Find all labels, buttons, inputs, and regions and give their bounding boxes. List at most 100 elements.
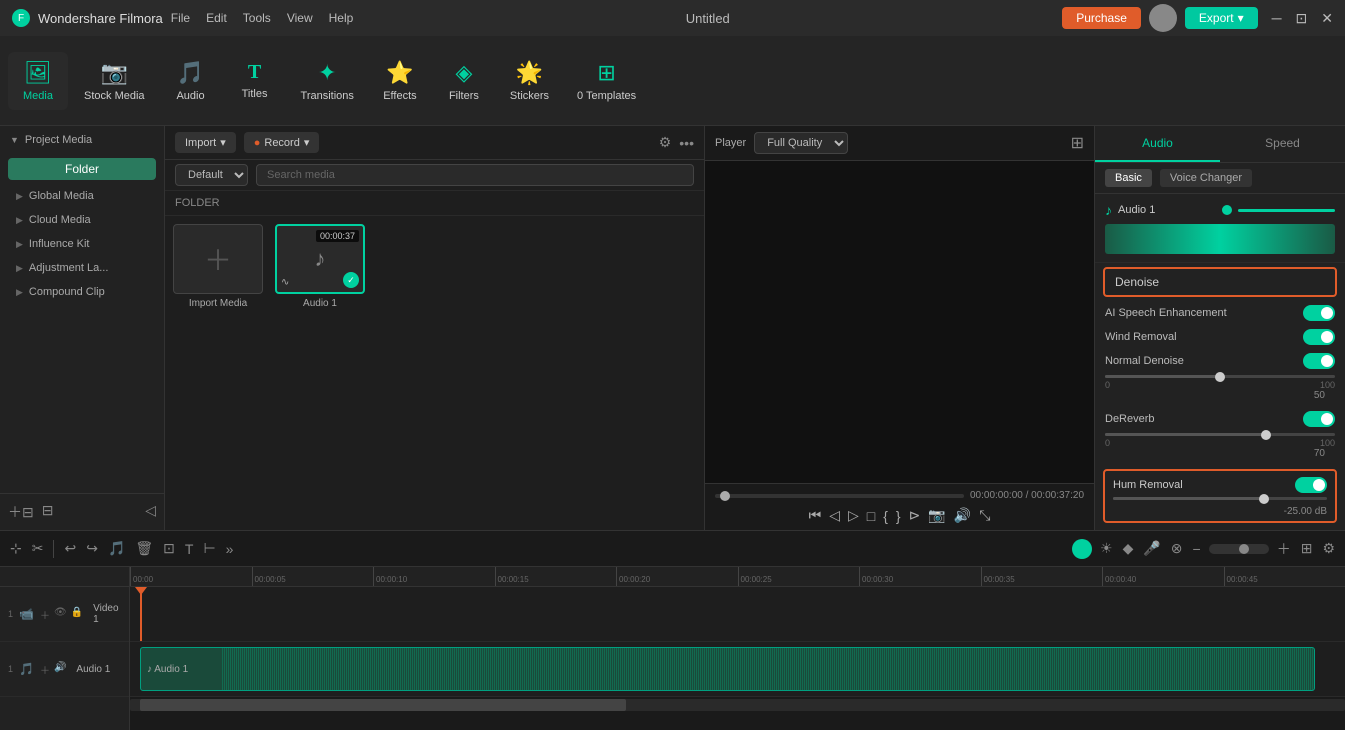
sound-button[interactable]: 🔊 [954,507,971,524]
folder-button[interactable]: Folder [8,158,156,180]
zoom-in-button[interactable]: ＋ [1275,537,1293,561]
playhead-button[interactable] [1072,539,1092,559]
more-tools-button[interactable]: » [224,539,236,559]
toolbar-transitions[interactable]: ✦ Transitions [289,52,366,110]
export-button[interactable]: Export ▾ [1185,7,1258,29]
blade-tool-button[interactable]: ✂ [30,538,46,559]
mark-out-button[interactable]: } [896,508,901,524]
record-button[interactable]: ● Record▾ [244,132,320,153]
progress-bar[interactable] [715,494,964,498]
tab-speed[interactable]: Speed [1220,126,1345,162]
hum-removal-slider[interactable] [1113,497,1327,500]
toolbar-titles[interactable]: T Titles [225,53,285,108]
undo-button[interactable]: ↩ [62,538,78,559]
import-button[interactable]: Import▾ [175,132,236,153]
redo-button[interactable]: ↪ [84,538,100,559]
prev-frame-button[interactable]: ◁ [829,507,840,524]
project-media-header[interactable]: ▼ Project Media [0,126,164,154]
audio-add-icon[interactable]: ＋ [40,662,50,677]
sidebar-item-adjustment[interactable]: ▶ Adjustment La... [0,256,164,280]
timeline-scrollbar[interactable] [130,699,1345,711]
normal-denoise-toggle[interactable] [1303,353,1335,369]
player-settings-icon[interactable]: ⊞ [1071,133,1084,153]
video-eye-icon[interactable]: 👁 [54,607,67,622]
skip-back-button[interactable]: ⏮ [809,507,822,524]
trim-button[interactable]: ⊢ [201,538,217,559]
snap-button[interactable]: ⊗ [1169,538,1185,559]
search-input[interactable] [256,164,694,186]
subtab-basic[interactable]: Basic [1105,169,1152,187]
sidebar-item-cloud-media[interactable]: ▶ Cloud Media [0,208,164,232]
add-marker-button[interactable]: ⊳ [909,507,921,524]
snapshot-button[interactable]: 📷 [928,507,945,524]
deverb-slider[interactable] [1105,433,1335,436]
filter-icon[interactable]: ⚙ [659,134,672,151]
toolbar-stickers[interactable]: 🌟 Stickers [498,52,561,110]
avatar[interactable] [1149,4,1177,32]
purchase-button[interactable]: Purchase [1062,7,1141,29]
add-folder-icon[interactable]: ＋⊟ [8,502,34,522]
quality-select[interactable]: Full Quality [754,132,848,154]
audio-mute-icon[interactable]: 🔊 [54,662,66,677]
remove-folder-icon[interactable]: ⊟ [42,502,54,522]
sidebar-item-compound-clip[interactable]: ▶ Compound Clip [0,280,164,304]
text-button[interactable]: T [183,539,196,559]
normal-denoise-slider[interactable] [1105,375,1335,378]
video-lock-icon[interactable]: 🔒 [71,607,83,622]
audio-detach-button[interactable]: 🎵 [106,538,127,559]
zoom-slider[interactable] [1209,544,1269,554]
toolbar-audio[interactable]: 🎵 Audio [161,52,221,110]
marker-button[interactable]: ◆ [1121,538,1136,559]
deverb-handle[interactable] [1261,430,1271,440]
audio-clip[interactable]: ♪ Audio 1 [140,647,1315,691]
playhead[interactable] [140,587,142,641]
volume-bar[interactable] [1238,209,1336,212]
layout-button[interactable]: ⊞ [1299,538,1315,559]
menu-view[interactable]: View [287,11,313,25]
delete-button[interactable]: 🗑 [133,538,155,559]
normal-denoise-handle[interactable] [1215,372,1225,382]
audio1-thumb[interactable]: ♪ 00:00:37 ∿ ✓ [275,224,365,294]
maximize-button[interactable]: ⊡ [1296,10,1308,27]
more-options-icon[interactable]: ••• [679,135,694,151]
close-button[interactable]: ✕ [1321,10,1333,27]
import-media-item[interactable]: ＋ Import Media [173,224,263,309]
subtab-voice-changer[interactable]: Voice Changer [1160,169,1252,187]
toolbar-templates[interactable]: ⊞ 0 Templates [565,52,648,110]
collapse-panel-icon[interactable]: ◁ [145,502,156,522]
menu-help[interactable]: Help [329,11,354,25]
menu-edit[interactable]: Edit [206,11,227,25]
select-tool-button[interactable]: ⊹ [8,538,24,559]
default-select[interactable]: Default [175,164,248,186]
zoom-out-button[interactable]: − [1191,539,1203,559]
menu-tools[interactable]: Tools [243,11,271,25]
fullscreen-button[interactable]: ⤡ [979,507,990,524]
toolbar-filters[interactable]: ◈ Filters [434,52,494,110]
sun-button[interactable]: ☀ [1098,538,1115,559]
tab-audio[interactable]: Audio [1095,126,1220,162]
wind-removal-toggle[interactable] [1303,329,1335,345]
hum-removal-handle[interactable] [1259,494,1269,504]
progress-handle[interactable] [720,491,730,501]
scroll-thumb[interactable] [140,699,626,711]
mic-button[interactable]: 🎤 [1141,538,1162,559]
hum-removal-toggle[interactable] [1295,477,1327,493]
settings-button[interactable]: ⚙ [1320,538,1337,559]
toolbar-media[interactable]: 🖼 Media [8,52,68,110]
minimize-button[interactable]: ─ [1272,10,1282,26]
volume-knob[interactable] [1222,205,1232,215]
toolbar-effects[interactable]: ⭐ Effects [370,52,430,110]
toolbar-stock-media[interactable]: 📷 Stock Media [72,52,157,110]
sidebar-item-influence-kit[interactable]: ▶ Influence Kit [0,232,164,256]
zoom-handle[interactable] [1239,544,1249,554]
import-thumb[interactable]: ＋ [173,224,263,294]
menu-file[interactable]: File [171,11,190,25]
video-add-icon[interactable]: ＋ [40,607,50,622]
mark-in-button[interactable]: { [883,508,888,524]
sidebar-item-global-media[interactable]: ▶ Global Media [0,184,164,208]
audio1-media-item[interactable]: ♪ 00:00:37 ∿ ✓ Audio 1 [275,224,365,309]
ai-speech-toggle[interactable] [1303,305,1335,321]
stop-button[interactable]: □ [867,508,875,524]
play-button[interactable]: ▷ [848,507,859,524]
crop-button[interactable]: ⊡ [161,538,177,559]
